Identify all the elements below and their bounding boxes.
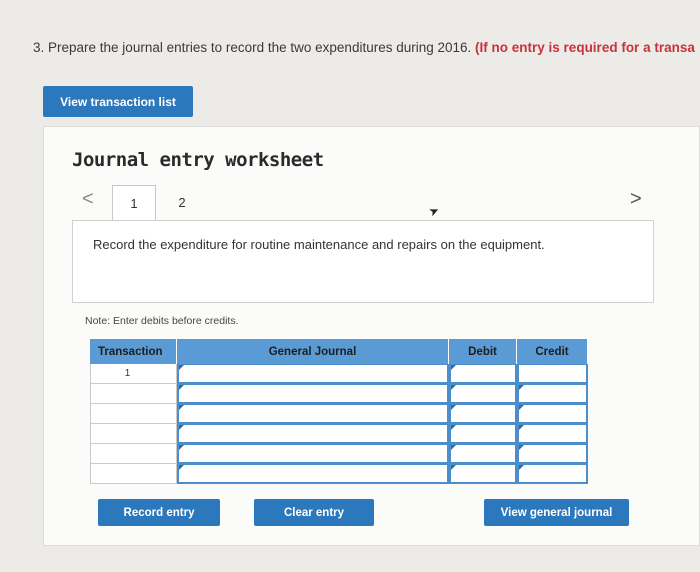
transaction-description-box: Record the expenditure for routine maint… [72,220,654,303]
view-general-journal-button[interactable]: View general journal [484,499,629,526]
question-prefix: 3. Prepare the journal entries to record… [33,40,472,55]
transaction-cell: 1 [90,364,177,384]
debit-input[interactable] [449,464,517,484]
dropdown-marker-icon [179,385,184,390]
table-row: 1 [90,364,588,384]
transaction-cell [90,424,177,444]
cell-marker-icon [451,465,456,470]
journal-entry-worksheet: Journal entry worksheet < 1 2 > ➤ Record… [43,126,700,546]
dropdown-marker-icon [179,365,184,370]
cell-marker-icon [451,365,456,370]
journal-header-row: Transaction General Journal Debit Credit [90,339,588,364]
account-input[interactable] [177,384,449,404]
mouse-cursor-icon: ➤ [426,202,442,220]
header-debit: Debit [449,339,517,364]
dropdown-marker-icon [179,405,184,410]
question-required-note: (If no entry is required for a transa [475,40,695,55]
debit-input[interactable] [449,404,517,424]
header-transaction: Transaction [90,339,177,364]
debit-input[interactable] [449,384,517,404]
transaction-cell [90,404,177,424]
table-row [90,444,588,464]
tab-2[interactable]: 2 [160,185,204,219]
credit-input[interactable] [517,384,588,404]
worksheet-title: Journal entry worksheet [72,149,324,171]
account-input[interactable] [177,404,449,424]
header-credit: Credit [517,339,588,364]
debit-input[interactable] [449,364,517,384]
table-row [90,424,588,444]
account-input[interactable] [177,424,449,444]
view-transaction-list-button[interactable]: View transaction list [43,86,193,117]
account-input[interactable] [177,364,449,384]
table-row [90,384,588,404]
account-input[interactable] [177,444,449,464]
debit-input[interactable] [449,424,517,444]
cell-marker-icon [451,405,456,410]
cell-marker-icon [519,445,524,450]
question-text: 3. Prepare the journal entries to record… [33,40,695,55]
account-input[interactable] [177,464,449,484]
credit-input[interactable] [517,424,588,444]
transaction-cell [90,444,177,464]
transaction-cell [90,464,177,484]
previous-arrow-icon[interactable]: < [82,189,94,209]
dropdown-marker-icon [179,445,184,450]
cell-marker-icon [519,425,524,430]
debit-input[interactable] [449,444,517,464]
note-text: Note: Enter debits before credits. [85,315,239,327]
credit-input[interactable] [517,404,588,424]
next-arrow-icon[interactable]: > [630,189,642,209]
table-row [90,464,588,484]
dropdown-marker-icon [179,465,184,470]
header-general-journal: General Journal [177,339,449,364]
cell-marker-icon [451,425,456,430]
journal-table: Transaction General Journal Debit Credit… [90,339,588,484]
table-row [90,404,588,424]
tab-1[interactable]: 1 [112,185,156,221]
transaction-cell [90,384,177,404]
credit-input[interactable] [517,364,588,384]
record-entry-button[interactable]: Record entry [98,499,220,526]
cell-marker-icon [451,445,456,450]
clear-entry-button[interactable]: Clear entry [254,499,374,526]
credit-input[interactable] [517,444,588,464]
cell-marker-icon [451,385,456,390]
cell-marker-icon [519,385,524,390]
transaction-description: Record the expenditure for routine maint… [93,237,545,252]
dropdown-marker-icon [179,425,184,430]
cell-marker-icon [519,405,524,410]
cell-marker-icon [519,465,524,470]
credit-input[interactable] [517,464,588,484]
